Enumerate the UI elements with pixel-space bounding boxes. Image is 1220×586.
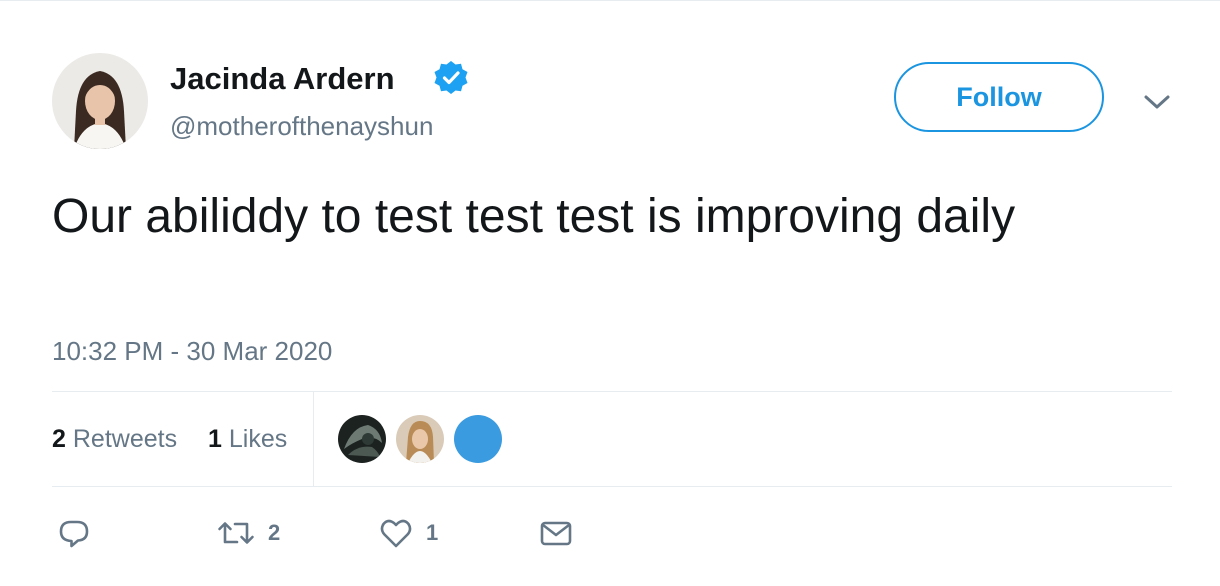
retweets-count: 2 bbox=[52, 425, 66, 453]
tweet-timestamp[interactable]: 10:32 PM - 30 Mar 2020 bbox=[52, 336, 332, 367]
reply-icon bbox=[59, 520, 89, 548]
follow-button[interactable]: Follow bbox=[894, 62, 1104, 132]
like-count: 1 bbox=[426, 520, 439, 545]
verified-badge-icon bbox=[434, 61, 468, 94]
direct-message-button[interactable] bbox=[538, 515, 574, 551]
divider bbox=[52, 391, 1172, 392]
stats-divider bbox=[313, 392, 314, 486]
liker-avatar[interactable] bbox=[454, 415, 502, 463]
heart-icon bbox=[380, 519, 412, 548]
author-handle[interactable]: @motherofthenayshun bbox=[170, 111, 433, 142]
liker-avatar[interactable] bbox=[396, 415, 444, 463]
author-name[interactable]: Jacinda Ardern bbox=[170, 61, 395, 97]
likes-count: 1 bbox=[208, 425, 222, 453]
retweet-button[interactable]: 2 bbox=[216, 515, 280, 551]
retweet-count: 2 bbox=[268, 520, 281, 545]
liker-avatar[interactable] bbox=[338, 415, 386, 463]
like-button[interactable]: 1 bbox=[378, 515, 438, 551]
likes-label: Likes bbox=[228, 425, 288, 453]
reply-button[interactable] bbox=[56, 515, 92, 551]
tweet-card: Jacinda Ardern @motherofthenayshun Follo… bbox=[0, 0, 1220, 586]
retweets-stat[interactable]: 2 Retweets bbox=[52, 425, 177, 454]
likes-stat[interactable]: 1 Likes bbox=[208, 425, 287, 454]
author-avatar[interactable] bbox=[52, 53, 148, 149]
chevron-down-icon[interactable] bbox=[1140, 87, 1174, 117]
envelope-icon bbox=[540, 521, 572, 546]
tweet-text: Our abiliddy to test test test is improv… bbox=[52, 190, 1016, 243]
retweet-icon bbox=[218, 522, 254, 544]
retweets-label: Retweets bbox=[72, 425, 178, 453]
divider bbox=[52, 486, 1172, 487]
